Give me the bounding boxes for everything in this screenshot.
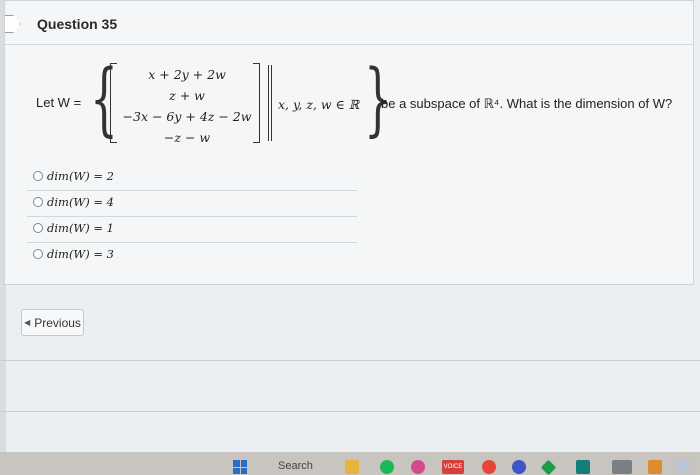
divider-bar <box>268 65 269 141</box>
previous-button[interactable]: ◀ Previous <box>21 309 84 336</box>
app-icon[interactable] <box>676 460 690 474</box>
app-icon[interactable] <box>612 460 632 474</box>
question-header: Question 35 <box>5 1 693 45</box>
folder-icon[interactable] <box>345 460 359 474</box>
radio-button[interactable] <box>33 171 43 181</box>
question-flag-icon[interactable] <box>5 15 20 33</box>
taskbar-search[interactable]: Search <box>278 460 313 472</box>
question-card: Question 35 Let W = { x + 2y + 2w z + w … <box>4 0 694 285</box>
condition-text: x, y, z, w ∈ ℝ <box>278 97 360 112</box>
app-icon[interactable] <box>411 460 425 474</box>
taskbar: Search VOICE <box>0 452 700 475</box>
answer-option-1[interactable]: dim(W) = 2 <box>27 165 357 191</box>
answer-option-4[interactable]: dim(W) = 3 <box>27 243 357 269</box>
radio-button[interactable] <box>33 197 43 207</box>
divider <box>0 360 700 361</box>
question-title: Question 35 <box>37 16 118 32</box>
option-label: dim(W) = 3 <box>47 247 115 261</box>
question-statement: Let W = { x + 2y + 2w z + w −3x − 6y + 4… <box>5 45 693 165</box>
chrome-icon[interactable] <box>482 460 496 474</box>
caret-left-icon: ◀ <box>24 318 31 327</box>
previous-label: Previous <box>34 315 81 330</box>
vector-entry-2: z + w <box>169 88 205 103</box>
divider-bar <box>271 65 272 141</box>
option-label: dim(W) = 1 <box>47 221 115 235</box>
divider <box>0 411 700 412</box>
radio-button[interactable] <box>33 249 43 259</box>
app-icon[interactable] <box>540 459 557 475</box>
spotify-icon[interactable] <box>380 460 394 474</box>
let-label: Let W = <box>36 95 82 110</box>
app-icon[interactable] <box>576 460 590 474</box>
vector-entry-1: x + 2y + 2w <box>148 67 226 82</box>
app-icon[interactable] <box>512 460 526 474</box>
right-bracket <box>253 63 260 143</box>
question-text: be a subspace of ℝ⁴. What is the dimensi… <box>381 96 673 111</box>
left-bracket <box>110 63 117 143</box>
answer-option-3[interactable]: dim(W) = 1 <box>27 217 357 243</box>
windows-start-icon[interactable] <box>233 460 247 474</box>
vector-entry-4: −z − w <box>163 130 211 145</box>
vector-entry-3: −3x − 6y + 4z − 2w <box>122 109 252 124</box>
answer-option-2[interactable]: dim(W) = 4 <box>27 191 357 217</box>
app-icon[interactable] <box>648 460 662 474</box>
radio-button[interactable] <box>33 223 43 233</box>
voice-app-icon[interactable]: VOICE <box>442 460 464 474</box>
option-label: dim(W) = 2 <box>47 169 115 183</box>
option-label: dim(W) = 4 <box>47 195 115 209</box>
